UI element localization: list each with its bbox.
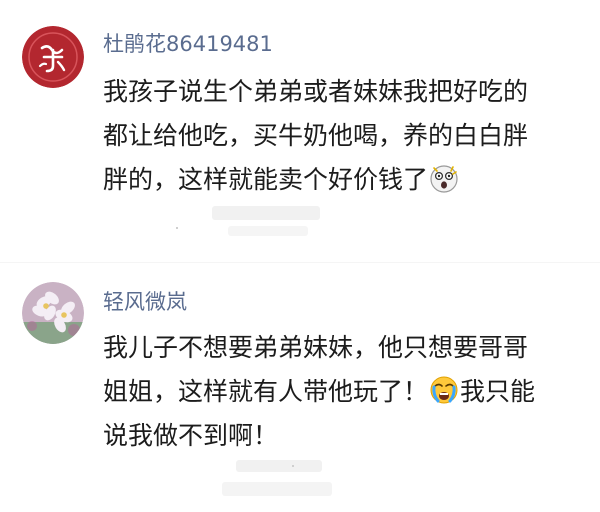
crying-face-icon — [430, 376, 458, 404]
comment-line: 胖的，这样就能卖个好价钱了 — [103, 165, 429, 194]
username[interactable]: 轻风微岚 — [103, 286, 187, 316]
avatar[interactable] — [22, 282, 84, 344]
comment-item: 杜鹃花86419481 我孩子说生个弟弟或者妹妹我把好吃的 都让给他吃，买牛奶他… — [0, 0, 600, 262]
red-seal-icon — [22, 26, 84, 88]
comment-line: 说我做不到啊！ — [103, 421, 279, 450]
comment-item: 轻风微岚 我儿子不想要弟弟妹妹，他只想要哥哥 姐姐，这样就有人带他玩了！ 我只能… — [0, 262, 600, 512]
comment-line: 我儿子不想要弟弟妹妹，他只想要哥哥 — [103, 333, 529, 362]
shocked-face-icon — [430, 165, 458, 193]
comment-line: 我只能 — [460, 377, 536, 406]
comment-text: 我孩子说生个弟弟或者妹妹我把好吃的 都让给他吃，买牛奶他喝，养的白白胖 胖的，这… — [103, 70, 573, 202]
dot — [292, 465, 294, 467]
avatar[interactable] — [22, 26, 84, 88]
blur-artifact — [222, 482, 332, 496]
comment-line: 姐姐，这样就有人带他玩了！ — [103, 377, 429, 406]
comment-line: 我孩子说生个弟弟或者妹妹我把好吃的 — [103, 77, 529, 106]
divider — [0, 262, 600, 263]
dot — [176, 227, 178, 229]
blur-artifact — [236, 460, 322, 472]
blur-artifact — [212, 206, 320, 220]
comment-line-with-emoji: 胖的，这样就能卖个好价钱了 — [103, 158, 573, 202]
comment-line: 都让给他吃，买牛奶他喝，养的白白胖 — [103, 121, 529, 150]
flower-photo-icon — [22, 282, 84, 344]
blur-artifact — [228, 226, 308, 236]
comment-line-with-emoji: 姐姐，这样就有人带他玩了！ 我只能 — [103, 370, 573, 414]
comment-text: 我儿子不想要弟弟妹妹，他只想要哥哥 姐姐，这样就有人带他玩了！ 我只能 说我做不… — [103, 326, 573, 458]
username[interactable]: 杜鹃花86419481 — [103, 28, 273, 58]
